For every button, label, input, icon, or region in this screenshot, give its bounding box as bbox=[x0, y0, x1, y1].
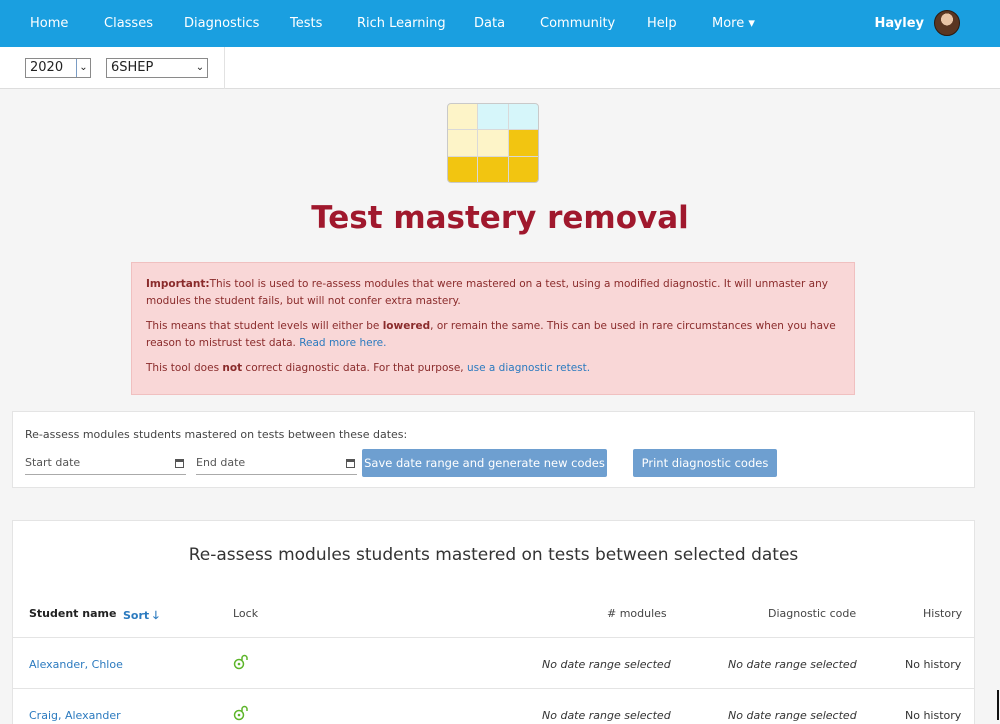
modules-cell: No date range selected bbox=[542, 658, 671, 671]
logo-cell bbox=[478, 156, 508, 182]
logo-cell bbox=[478, 104, 508, 130]
nav-community[interactable]: Community bbox=[540, 16, 615, 31]
nav-home[interactable]: Home bbox=[30, 16, 68, 31]
chevron-down-icon: ⌄ bbox=[76, 59, 90, 77]
alert-paragraph-2: This means that student levels will eith… bbox=[146, 318, 840, 352]
year-select-value: 2020 bbox=[30, 60, 64, 75]
alert-text: correct diagnostic data. For that purpos… bbox=[242, 362, 467, 374]
chevron-down-icon: ▾ bbox=[748, 16, 755, 31]
nav-rich-learning[interactable]: Rich Learning bbox=[357, 16, 446, 31]
student-name-link[interactable]: Craig, Alexander bbox=[29, 709, 121, 722]
table-title: Re-assess modules students mastered on t… bbox=[188, 545, 799, 565]
header-history: History bbox=[923, 607, 963, 620]
filter-bar: 2020 ⌄ 6SHEP ⌄ bbox=[0, 47, 1000, 89]
logo-cell bbox=[508, 156, 538, 182]
chevron-down-icon: ⌄ bbox=[195, 62, 205, 73]
unlocked-lock-icon[interactable] bbox=[233, 705, 249, 721]
read-more-link[interactable]: Read more here. bbox=[299, 337, 386, 349]
nav-more[interactable]: More ▾ bbox=[712, 16, 755, 31]
students-table-panel: Re-assess modules students mastered on t… bbox=[12, 520, 975, 724]
class-select-value: 6SHEP bbox=[111, 60, 154, 75]
start-date-placeholder: Start date bbox=[25, 456, 81, 469]
header-diagnostic-code: Diagnostic code bbox=[768, 607, 857, 620]
save-date-range-button[interactable]: Save date range and generate new codes bbox=[362, 449, 607, 477]
unlocked-lock-icon[interactable] bbox=[233, 654, 249, 670]
logo-cell bbox=[448, 156, 478, 182]
alert-text: This tool is used to re-assess modules t… bbox=[146, 278, 828, 307]
nav-more-label: More bbox=[712, 16, 745, 31]
divider bbox=[224, 47, 225, 89]
nav-data[interactable]: Data bbox=[474, 16, 505, 31]
nav-classes[interactable]: Classes bbox=[104, 16, 153, 31]
top-navbar: Home Classes Diagnostics Tests Rich Lear… bbox=[0, 0, 1000, 47]
nav-diagnostics[interactable]: Diagnostics bbox=[184, 16, 259, 31]
year-select[interactable]: 2020 ⌄ bbox=[25, 58, 91, 78]
logo-cell bbox=[448, 130, 478, 156]
alert-text: This tool does bbox=[146, 362, 223, 374]
alert-paragraph-1: Important:This tool is used to re-assess… bbox=[146, 276, 840, 310]
nav-help[interactable]: Help bbox=[647, 16, 677, 31]
student-name-link[interactable]: Alexander, Chloe bbox=[29, 658, 123, 671]
logo-cell bbox=[478, 130, 508, 156]
print-codes-button[interactable]: Print diagnostic codes bbox=[633, 449, 777, 477]
arrow-down-icon: 🡓 bbox=[153, 609, 159, 622]
end-date-field[interactable]: End date bbox=[196, 455, 357, 475]
diagnostic-code-cell: No date range selected bbox=[728, 658, 857, 671]
avatar bbox=[934, 10, 960, 36]
user-name: Hayley bbox=[874, 15, 924, 31]
logo-cell bbox=[448, 104, 478, 130]
sort-label: Sort bbox=[123, 609, 150, 622]
calendar-icon[interactable] bbox=[346, 459, 355, 468]
date-range-label: Re-assess modules students mastered on t… bbox=[25, 428, 408, 441]
page-title: Test mastery removal bbox=[311, 200, 689, 236]
mastery-logo bbox=[447, 103, 539, 183]
start-date-field[interactable]: Start date bbox=[25, 455, 186, 475]
logo-cell bbox=[508, 130, 538, 156]
alert-strong: lowered bbox=[382, 320, 431, 332]
row-divider bbox=[13, 637, 974, 638]
history-cell: No history bbox=[905, 709, 962, 722]
sort-button[interactable]: Sort 🡓 bbox=[123, 607, 159, 626]
nav-tests[interactable]: Tests bbox=[290, 16, 322, 31]
modules-cell: No date range selected bbox=[542, 709, 671, 722]
calendar-icon[interactable] bbox=[175, 459, 184, 468]
end-date-placeholder: End date bbox=[196, 456, 246, 469]
diagnostic-retest-link[interactable]: use a diagnostic retest. bbox=[467, 362, 590, 374]
diagnostic-code-cell: No date range selected bbox=[728, 709, 857, 722]
alert-strong: not bbox=[222, 362, 243, 374]
important-alert: Important:This tool is used to re-assess… bbox=[131, 262, 855, 395]
row-divider bbox=[13, 688, 974, 689]
alert-text: This means that student levels will eith… bbox=[146, 320, 383, 332]
header-student-name: Student name bbox=[29, 607, 117, 620]
user-menu[interactable]: Hayley bbox=[875, 10, 960, 36]
history-cell: No history bbox=[905, 658, 962, 671]
alert-paragraph-3: This tool does not correct diagnostic da… bbox=[146, 360, 840, 377]
alert-strong: Important: bbox=[146, 278, 210, 290]
scroll-edge-marker bbox=[997, 690, 999, 720]
class-select[interactable]: 6SHEP ⌄ bbox=[106, 58, 208, 78]
header-modules: # modules bbox=[607, 607, 667, 620]
header-lock: Lock bbox=[233, 607, 259, 620]
logo-cell bbox=[508, 104, 538, 130]
